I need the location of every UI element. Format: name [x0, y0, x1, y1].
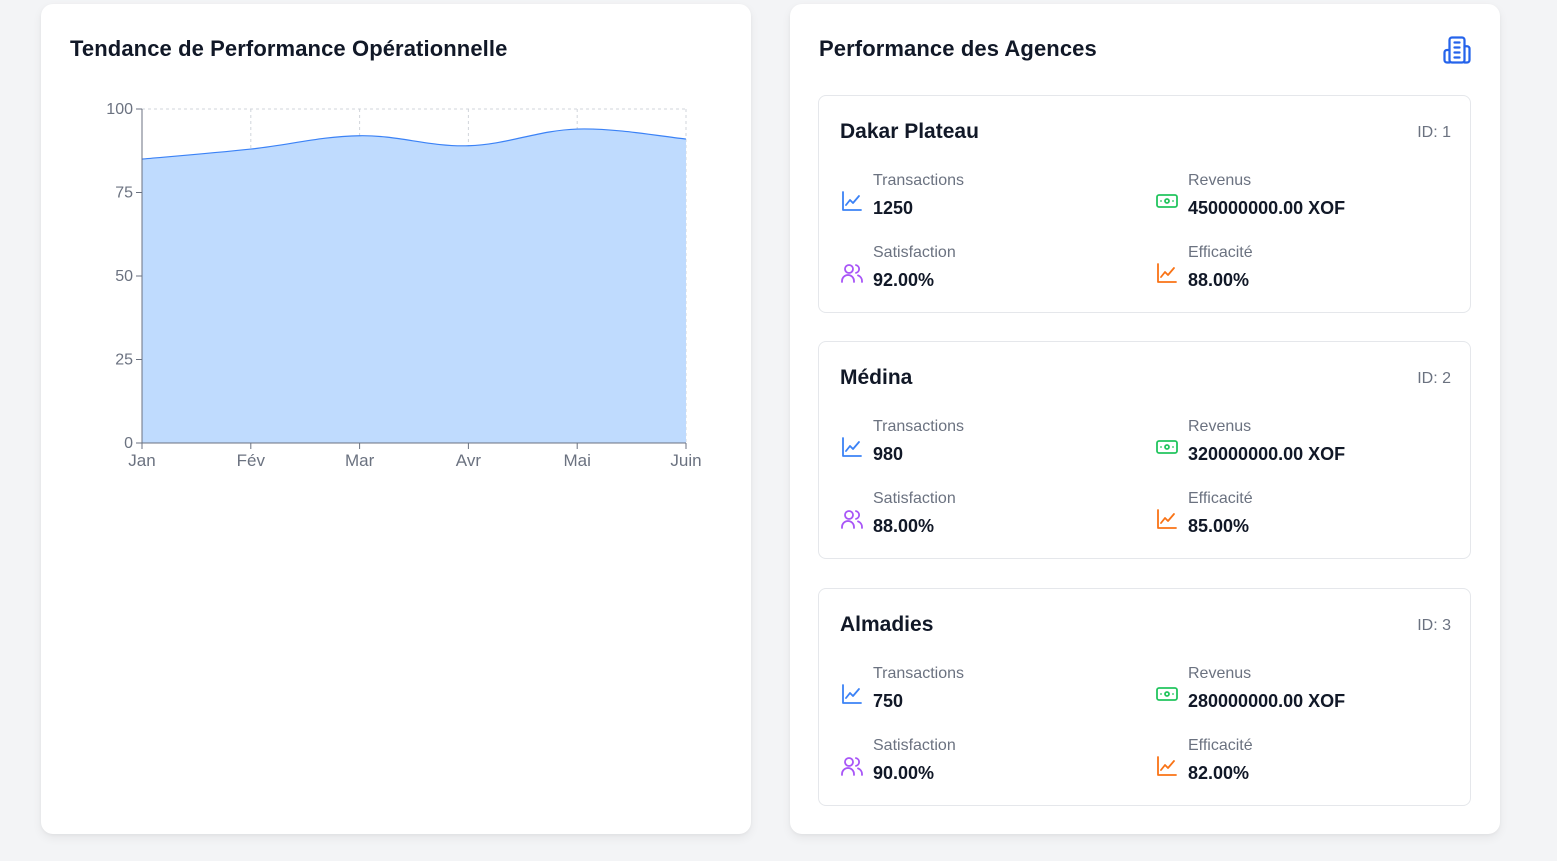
transactions-label: Transactions	[873, 665, 964, 682]
efficiency-label: Efficacité	[1188, 244, 1253, 261]
line-chart-icon	[842, 437, 862, 457]
satisfaction-metric: Satisfaction 92.00%	[840, 244, 1130, 294]
x-tick-label: Mai	[563, 451, 590, 470]
agency-performance-card: Performance des Agences Dakar Plateau ID…	[790, 4, 1500, 834]
revenue-metric: Revenus 280000000.00 XOF	[1155, 665, 1445, 715]
transactions-metric: Transactions 980	[840, 418, 1130, 468]
x-tick-label: Avr	[456, 451, 482, 470]
transactions-value: 750	[873, 691, 904, 711]
trend-chart-icon	[1157, 509, 1177, 529]
revenue-metric: Revenus 320000000.00 XOF	[1155, 418, 1445, 468]
revenue-metric: Revenus 450000000.00 XOF	[1155, 172, 1445, 222]
agency-card-2[interactable]: Médina ID: 2 Transactions 980 Revenus 32…	[818, 341, 1471, 559]
trend-chart-icon	[1157, 756, 1177, 776]
satisfaction-value: 92.00%	[873, 270, 935, 290]
performance-trend-card: Tendance de Performance Opérationnelle 0…	[41, 4, 751, 834]
efficiency-metric: Efficacité 85.00%	[1155, 490, 1445, 540]
banknote-icon	[1156, 687, 1178, 701]
satisfaction-value: 88.00%	[873, 516, 935, 536]
users-icon	[841, 757, 863, 776]
revenue-value: 450000000.00 XOF	[1188, 198, 1346, 218]
y-tick-label: 100	[106, 101, 133, 118]
agency-name: Dakar Plateau	[840, 120, 979, 143]
satisfaction-label: Satisfaction	[873, 737, 956, 754]
building-icon	[1443, 36, 1471, 64]
y-tick-label: 25	[115, 352, 133, 369]
line-chart-icon	[842, 684, 862, 704]
agency-id: ID: 2	[1417, 370, 1451, 387]
satisfaction-value: 90.00%	[873, 763, 935, 783]
transactions-metric: Transactions 750	[840, 665, 1130, 715]
y-tick-label: 75	[115, 185, 133, 202]
x-tick-label: Jan	[128, 451, 155, 470]
efficiency-value: 85.00%	[1188, 516, 1250, 536]
agency-id: ID: 1	[1417, 124, 1451, 141]
banknote-icon	[1156, 194, 1178, 208]
trend-chart-icon	[1157, 263, 1177, 283]
satisfaction-metric: Satisfaction 90.00%	[840, 737, 1130, 787]
agency-name: Almadies	[840, 613, 934, 636]
efficiency-value: 88.00%	[1188, 270, 1250, 290]
efficiency-value: 82.00%	[1188, 763, 1250, 783]
agency-card-1[interactable]: Dakar Plateau ID: 1 Transactions 1250 Re…	[818, 95, 1471, 313]
revenue-label: Revenus	[1188, 418, 1252, 435]
banknote-icon	[1156, 440, 1178, 454]
agencies-title: Performance des Agences	[819, 36, 1097, 61]
transactions-value: 980	[873, 444, 904, 464]
users-icon	[841, 510, 863, 529]
revenue-label: Revenus	[1188, 665, 1252, 682]
x-tick-label: Mar	[345, 451, 375, 470]
agency-card-3[interactable]: Almadies ID: 3 Transactions 750 Revenus …	[818, 588, 1471, 806]
satisfaction-label: Satisfaction	[873, 490, 956, 507]
line-chart-icon	[842, 191, 862, 211]
performance-area-chart: 0 25 50 75 100 Jan Fév Mar Avr Mai Juin	[106, 101, 701, 470]
agency-name: Médina	[840, 366, 913, 389]
transactions-value: 1250	[873, 198, 914, 218]
efficiency-label: Efficacité	[1188, 490, 1253, 507]
revenue-value: 320000000.00 XOF	[1188, 444, 1346, 464]
y-tick-label: 50	[115, 268, 133, 285]
x-tick-label: Juin	[670, 451, 701, 470]
users-icon	[841, 264, 863, 283]
efficiency-metric: Efficacité 88.00%	[1155, 244, 1445, 294]
revenue-value: 280000000.00 XOF	[1188, 691, 1346, 711]
transactions-label: Transactions	[873, 172, 964, 189]
efficiency-metric: Efficacité 82.00%	[1155, 737, 1445, 787]
x-tick-label: Fév	[237, 451, 266, 470]
efficiency-label: Efficacité	[1188, 737, 1253, 754]
y-tick-label: 0	[124, 435, 133, 452]
agency-id: ID: 3	[1417, 617, 1451, 634]
satisfaction-label: Satisfaction	[873, 244, 956, 261]
area-fill	[142, 128, 686, 443]
transactions-metric: Transactions 1250	[840, 172, 1130, 222]
revenue-label: Revenus	[1188, 172, 1252, 189]
satisfaction-metric: Satisfaction 88.00%	[840, 490, 1130, 540]
transactions-label: Transactions	[873, 418, 964, 435]
